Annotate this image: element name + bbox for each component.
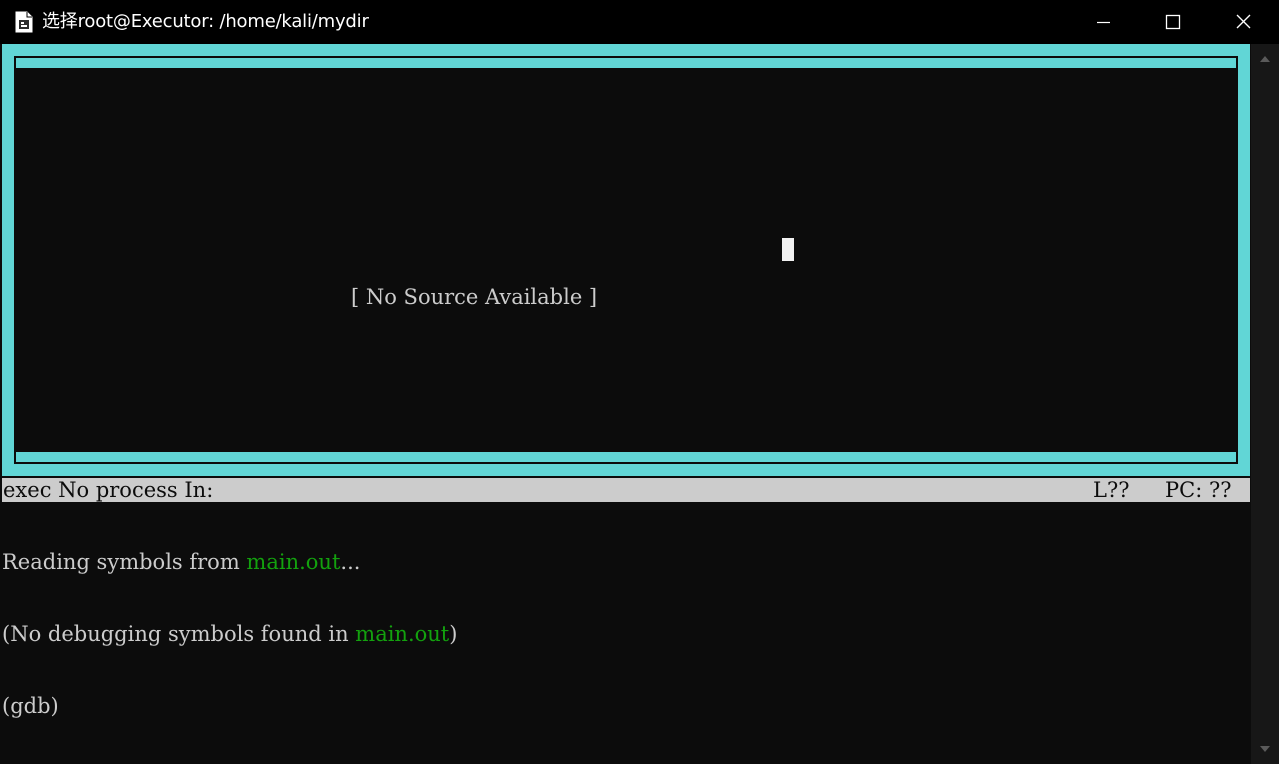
scroll-down-arrow-icon	[1260, 746, 1270, 752]
source-window-frame: [ No Source Available ]	[2, 44, 1250, 476]
maximize-icon	[1165, 14, 1181, 30]
status-process: exec No process In:	[3, 478, 214, 502]
gdb-prompt[interactable]: (gdb)	[2, 694, 1250, 718]
no-source-message: [ No Source Available ]	[351, 285, 598, 309]
status-line-number: L??	[1093, 478, 1130, 502]
minimize-button[interactable]	[1069, 0, 1139, 44]
maximize-button[interactable]	[1139, 0, 1209, 44]
console-line: (No debugging symbols found in main.out)	[2, 622, 1250, 646]
scroll-up-arrow-icon	[1260, 56, 1270, 62]
console-filename: main.out	[246, 550, 341, 574]
scroll-down-button[interactable]	[1251, 738, 1279, 760]
source-window: [ No Source Available ]	[14, 68, 1238, 452]
gdb-console[interactable]: Reading symbols from main.out... (No deb…	[2, 502, 1250, 764]
terminal-content[interactable]: [ No Source Available ] exec No process …	[2, 44, 1251, 762]
console-text: Reading symbols from	[2, 550, 247, 574]
console-text: (No debugging symbols found in	[2, 622, 356, 646]
console-text: )	[449, 622, 458, 646]
scroll-up-button[interactable]	[1251, 48, 1279, 70]
title-bar[interactable]: 选择root@Executor: /home/kali/mydir	[0, 0, 1279, 44]
vertical-scrollbar[interactable]	[1251, 44, 1279, 764]
close-button[interactable]	[1209, 0, 1279, 44]
console-text: ...	[340, 550, 361, 574]
console-line: Reading symbols from main.out...	[2, 550, 1250, 574]
minimize-icon	[1097, 21, 1110, 24]
status-program-counter: PC: ??	[1165, 478, 1232, 502]
text-cursor	[782, 238, 794, 261]
status-bar: exec No process In: L?? PC: ??	[2, 478, 1250, 502]
console-filename: main.out	[355, 622, 450, 646]
window-title: 选择root@Executor: /home/kali/mydir	[42, 11, 369, 32]
close-icon	[1236, 14, 1251, 29]
terminal-app-icon[interactable]	[14, 11, 34, 33]
terminal-window: 选择root@Executor: /home/kali/mydir [ No S…	[0, 0, 1279, 764]
